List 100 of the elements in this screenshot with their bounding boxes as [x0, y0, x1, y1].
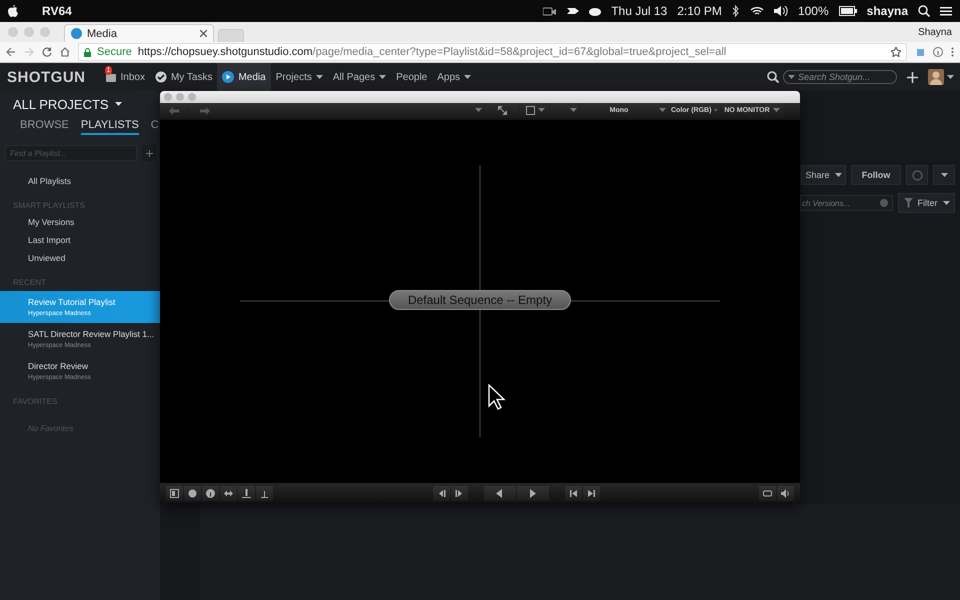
inbox-icon [104, 71, 116, 83]
shotgun-logo[interactable]: SHOTGUN [0, 68, 100, 86]
nav-item[interactable]: All Pages [328, 63, 392, 91]
caret-icon [379, 74, 386, 80]
secure-label: Secure [97, 46, 132, 58]
caret-icon [464, 74, 472, 80]
back-icon [6, 47, 16, 57]
flag-icon [567, 6, 580, 16]
follow-button[interactable]: Follow [851, 165, 901, 185]
address-bar[interactable]: Secure https://chopsuey.shotgunstudio.com/page/media_center?type=Playlist&id=58&project_id=67&global=true&project_sel=all [78, 43, 907, 61]
nav-item[interactable]: People [391, 63, 432, 91]
favicon-icon [71, 28, 82, 39]
bluetooth-icon [732, 5, 740, 17]
caret-icon [834, 172, 842, 178]
panel-button[interactable] [166, 486, 183, 500]
playlist-item[interactable]: Unviewed [0, 250, 160, 268]
volume-button[interactable] [777, 486, 794, 500]
info-icon [206, 488, 215, 498]
share-button[interactable]: Share [801, 165, 846, 185]
caret-icon [772, 108, 780, 113]
search-field[interactable]: Search Shotgun... [783, 70, 897, 84]
versions-search-field[interactable]: ch Versions... [800, 195, 893, 211]
skip-end-icon [586, 488, 596, 498]
caret-icon [940, 172, 948, 178]
step-forward-icon [454, 488, 464, 498]
more-button[interactable] [933, 165, 955, 185]
avatar-icon[interactable] [928, 69, 944, 85]
frame-icon [526, 106, 534, 115]
project-selector[interactable]: ALL PROJECTS [0, 91, 160, 112]
play-backward-button[interactable] [484, 486, 516, 500]
go-to-end-button[interactable] [582, 486, 600, 500]
nav-item[interactable]: Media [217, 63, 271, 91]
mark-in-icon [242, 488, 251, 498]
go-to-start-button[interactable] [564, 486, 582, 500]
close-icon [200, 30, 207, 37]
swap-button[interactable] [220, 486, 237, 500]
battery-icon [838, 6, 857, 16]
panel-icon [170, 488, 179, 498]
caret-icon [316, 74, 323, 80]
mark-out-button[interactable] [256, 486, 273, 500]
wifi-icon [750, 6, 764, 16]
color-button[interactable] [184, 486, 201, 500]
add-playlist-button[interactable] [142, 145, 156, 161]
nav-item[interactable]: Projects [270, 63, 328, 91]
sidebar-tab[interactable]: C [150, 118, 159, 135]
step-back-button[interactable] [432, 486, 450, 500]
home-icon [60, 47, 70, 57]
caret-icon [114, 102, 122, 107]
lock-icon [84, 48, 91, 56]
check-circle-icon [154, 71, 167, 83]
app-name[interactable]: RV64 [42, 4, 72, 18]
mark-in-button[interactable] [238, 486, 255, 500]
menu-bar-time: 2:10 PM [677, 4, 722, 18]
url-host: https://chopsuey.shotgunstudio.com [138, 46, 313, 58]
loop-icon [763, 488, 772, 498]
play-icon [528, 488, 537, 498]
step-forward-button[interactable] [450, 486, 468, 500]
filter-icon [904, 198, 912, 208]
search-icon [767, 71, 779, 83]
sidebar-tab[interactable]: BROWSE [20, 118, 69, 135]
menu-bar-date: Thu Jul 13 [611, 4, 668, 18]
reload-icon [42, 47, 52, 57]
camera-icon [543, 6, 558, 16]
filter-button[interactable]: Filter [898, 193, 955, 213]
fullscreen-button[interactable] [485, 103, 519, 118]
volume-icon [774, 6, 788, 16]
caret-icon [570, 108, 577, 113]
menu-icon [940, 6, 952, 16]
refresh-icon [912, 170, 922, 180]
playlist-item[interactable]: All Playlists [0, 173, 160, 191]
star-icon [891, 47, 901, 57]
loop-button[interactable] [759, 486, 776, 500]
playlist-item[interactable]: Last Import [0, 232, 160, 250]
expand-icon [498, 106, 506, 115]
caret-icon [538, 108, 544, 113]
nav-item[interactable]: Apps [432, 63, 476, 91]
skip-start-icon [568, 488, 578, 498]
nav-item[interactable]: My Tasks [150, 63, 218, 91]
caret-icon [788, 74, 795, 80]
blank-dropdown[interactable] [551, 103, 579, 118]
user-name[interactable]: shayna [866, 4, 908, 18]
plus-icon [907, 72, 918, 82]
mark-out-icon [260, 488, 269, 498]
pointer-icon [488, 384, 506, 410]
forward-arrow-icon [200, 106, 210, 114]
forward-icon [24, 47, 34, 57]
info-icon [933, 47, 943, 57]
sequence-label: Default Sequence -- Empty [389, 290, 571, 310]
info-button[interactable] [202, 486, 219, 500]
playlist-item[interactable]: My Versions [0, 214, 160, 232]
caret-icon [659, 108, 666, 113]
sidebar-tab[interactable]: PLAYLISTS [80, 118, 139, 135]
url-path: /page/media_center?type=Playlist&id=58&project_id=67&global=true&project_sel=all [312, 46, 726, 58]
swap-arrows-icon [224, 488, 233, 498]
browser-tab[interactable]: Media [64, 24, 214, 42]
profile-name[interactable]: Shayna [918, 26, 952, 38]
frame-dropdown[interactable] [520, 103, 550, 118]
plus-icon [146, 150, 152, 156]
more-icon [951, 47, 954, 57]
play-button[interactable] [516, 486, 548, 500]
